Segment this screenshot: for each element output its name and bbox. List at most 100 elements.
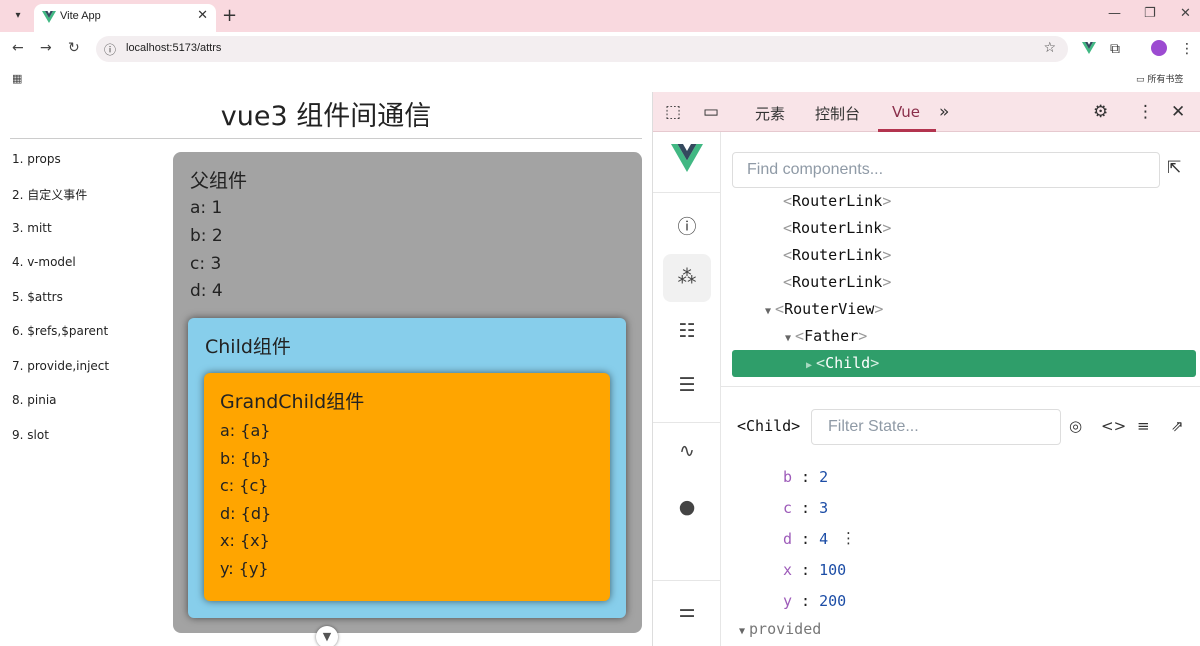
inspect-dom-icon[interactable]: ◎ bbox=[1069, 417, 1082, 435]
tree-node[interactable]: ▶ <Child> bbox=[806, 354, 879, 372]
state-prop-row[interactable]: y : 200 bbox=[783, 592, 846, 610]
info-icon[interactable]: ⓘ bbox=[653, 212, 721, 239]
reload-icon[interactable]: ↻ bbox=[68, 40, 80, 56]
restore-icon[interactable]: ❐ bbox=[1144, 6, 1156, 21]
site-info-icon[interactable]: ⓘ bbox=[104, 41, 116, 58]
tree-node-name: RouterLink bbox=[792, 273, 883, 291]
devtools-settings-sliders-icon[interactable]: ⚌ bbox=[653, 600, 721, 622]
tree-node-name: RouterLink bbox=[792, 192, 883, 210]
tree-node-name: RouterLink bbox=[792, 246, 883, 264]
inspect-element-icon[interactable]: ⬚ bbox=[665, 102, 681, 122]
app-page: vue3 组件间通信 1. props 2. 自定义事件 3. mitt 4. … bbox=[0, 92, 652, 646]
timeline-icon[interactable]: ☰ bbox=[653, 374, 721, 396]
open-source-icon[interactable]: <> bbox=[1101, 417, 1126, 435]
pinia-icon[interactable]: ● bbox=[653, 496, 721, 518]
state-prop-row[interactable]: c : 3 bbox=[783, 499, 828, 517]
find-components-input[interactable]: Find components... bbox=[732, 152, 1160, 188]
collapse-arrow-icon[interactable]: ▼ bbox=[785, 333, 791, 344]
filter-state-input[interactable]: Filter State... bbox=[811, 409, 1061, 445]
profile-avatar[interactable] bbox=[1151, 40, 1167, 56]
tree-node-name: RouterView bbox=[784, 300, 875, 318]
forward-icon[interactable]: → bbox=[40, 40, 52, 56]
select-component-icon[interactable]: ⇱ bbox=[1167, 158, 1181, 178]
grandchild-value-y: y: {y} bbox=[220, 559, 269, 578]
state-prop-row[interactable]: d : 4 bbox=[783, 530, 828, 548]
grandchild-component: GrandChild组件 a: {a} b: {b} c: {c} d: {d}… bbox=[204, 373, 610, 601]
state-prop-row[interactable]: x : 100 bbox=[783, 561, 846, 579]
collapse-arrow-icon[interactable]: ▼ bbox=[765, 306, 771, 317]
prop-separator: : bbox=[792, 530, 820, 548]
tab-console[interactable]: 控制台 bbox=[815, 103, 860, 124]
bookmark-star-icon[interactable]: ☆ bbox=[1043, 40, 1056, 56]
settings-gear-icon[interactable]: ⚙ bbox=[1093, 102, 1108, 122]
tree-node[interactable]: <RouterLink> bbox=[783, 219, 891, 237]
prop-actions-icon[interactable]: ⋮ bbox=[841, 529, 856, 547]
tab-elements[interactable]: 元素 bbox=[755, 103, 785, 124]
address-bar[interactable]: ⓘ localhost:5173/attrs ☆ bbox=[96, 36, 1068, 62]
components-icon[interactable]: ⁂ bbox=[653, 266, 721, 288]
nav-link-mitt[interactable]: 3. mitt bbox=[12, 221, 52, 235]
tree-node[interactable]: ▼ <Father> bbox=[785, 327, 867, 345]
devtools-tabbar: ⬚ ▭ 元素 控制台 Vue » ⚙ ⋮ ✕ bbox=[653, 92, 1200, 132]
devtools-close-icon[interactable]: ✕ bbox=[1171, 102, 1185, 122]
collapse-arrow-icon[interactable]: ▼ bbox=[739, 626, 745, 637]
devtools-menu-icon[interactable]: ⋮ bbox=[1137, 102, 1154, 122]
extensions-icon[interactable]: ⧉ bbox=[1110, 41, 1120, 57]
browser-tab[interactable]: Vite App ✕ bbox=[34, 4, 216, 32]
all-bookmarks-folder[interactable]: ▭ 所有书签 bbox=[1136, 72, 1183, 85]
folder-icon: ▭ bbox=[1136, 75, 1148, 85]
state-prop-row[interactable]: b : 2 bbox=[783, 468, 828, 486]
nav-link-attrs[interactable]: 5. $attrs bbox=[12, 290, 63, 304]
provided-section[interactable]: ▼ provided bbox=[739, 620, 821, 638]
collapse-all-icon[interactable]: ≡ bbox=[1137, 417, 1150, 435]
nav-link-pinia[interactable]: 8. pinia bbox=[12, 393, 57, 407]
vue-devtools-extension-icon[interactable] bbox=[1082, 42, 1096, 54]
nav-link-custom-events[interactable]: 2. 自定义事件 bbox=[12, 186, 87, 203]
tree-node-name: RouterLink bbox=[792, 219, 883, 237]
component-tree-icon[interactable]: ☷ bbox=[653, 320, 721, 342]
prop-key: b bbox=[783, 468, 793, 486]
window-close-icon[interactable]: ✕ bbox=[1180, 6, 1191, 21]
prop-separator: : bbox=[792, 468, 820, 486]
prop-value: 200 bbox=[819, 592, 847, 610]
tree-node[interactable]: <RouterLink> bbox=[783, 192, 891, 210]
minimize-icon[interactable]: — bbox=[1108, 6, 1121, 21]
tree-node-selected[interactable]: ▶ <Child> bbox=[732, 350, 1196, 377]
more-tabs-icon[interactable]: » bbox=[939, 102, 949, 122]
expand-arrow-icon[interactable]: ▶ bbox=[806, 360, 812, 371]
find-components-placeholder: Find components... bbox=[747, 161, 884, 178]
router-icon[interactable]: ∿ bbox=[653, 440, 721, 462]
child-component: Child组件 GrandChild组件 a: {a} b: {b} c: {c… bbox=[188, 318, 626, 618]
nav-link-props[interactable]: 1. props bbox=[12, 152, 61, 166]
grandchild-value-a: a: {a} bbox=[220, 421, 271, 440]
prop-value: 4 bbox=[819, 530, 829, 548]
rail-divider bbox=[653, 192, 721, 193]
nav-link-refs-parent[interactable]: 6. $refs,$parent bbox=[12, 324, 108, 338]
title-divider bbox=[10, 138, 642, 139]
father-value-d: d: 4 bbox=[190, 281, 223, 301]
vue-logo-icon bbox=[671, 144, 703, 172]
father-value-a: a: 1 bbox=[190, 198, 223, 218]
apps-grid-icon[interactable]: ▦ bbox=[12, 72, 22, 85]
open-in-editor-icon[interactable]: ⇗ bbox=[1171, 417, 1184, 435]
tree-node[interactable]: ▼ <RouterView> bbox=[765, 300, 883, 318]
scroll-down-icon[interactable]: ▼ bbox=[316, 626, 338, 646]
device-toolbar-icon[interactable]: ▭ bbox=[703, 102, 719, 122]
tab-search-icon[interactable]: ▾ bbox=[8, 7, 28, 25]
address-url: localhost:5173/attrs bbox=[126, 42, 222, 54]
new-tab-icon[interactable]: + bbox=[222, 5, 237, 26]
tab-close-icon[interactable]: ✕ bbox=[197, 8, 208, 23]
prop-value: 2 bbox=[819, 468, 829, 486]
tab-vue[interactable]: Vue bbox=[892, 103, 920, 121]
tree-node[interactable]: <RouterLink> bbox=[783, 246, 891, 264]
nav-link-provide-inject[interactable]: 7. provide,inject bbox=[12, 359, 109, 373]
prop-separator: : bbox=[792, 499, 820, 517]
nav-link-slot[interactable]: 9. slot bbox=[12, 428, 49, 442]
page-title: vue3 组件间通信 bbox=[220, 101, 432, 132]
back-icon[interactable]: ← bbox=[12, 40, 24, 56]
tree-node[interactable]: <RouterLink> bbox=[783, 273, 891, 291]
tab-title: Vite App bbox=[60, 10, 101, 22]
nav-link-v-model[interactable]: 4. v-model bbox=[12, 255, 76, 269]
browser-menu-icon[interactable]: ⋮ bbox=[1180, 41, 1194, 57]
browser-toolbar: ← → ↻ ⓘ localhost:5173/attrs ☆ ⧉ ⋮ bbox=[0, 32, 1200, 66]
